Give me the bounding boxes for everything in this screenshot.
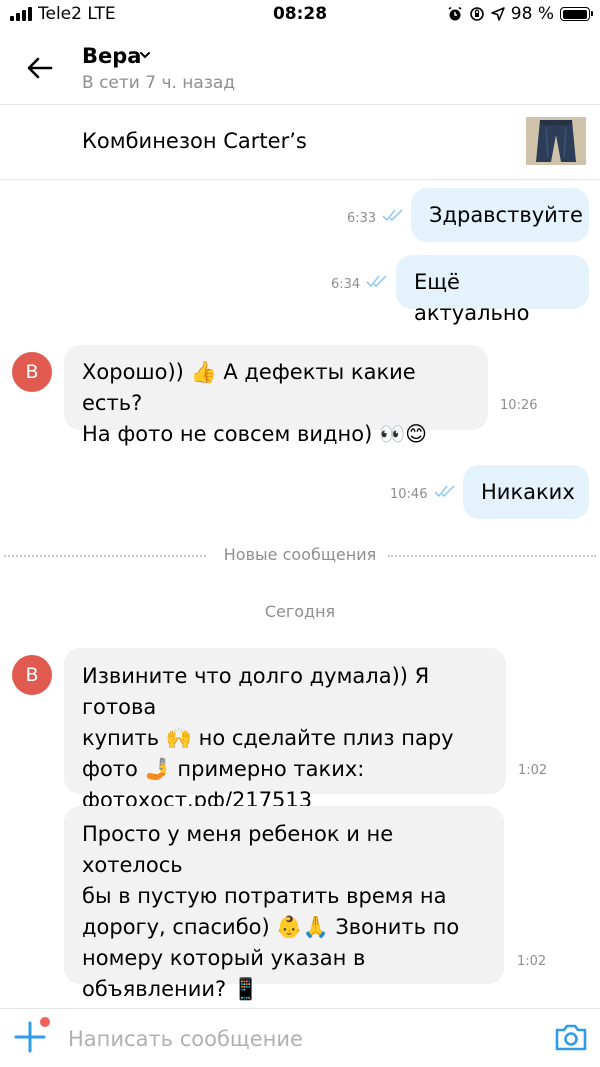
message-time: 1:02 <box>517 954 547 969</box>
message-line: купить 🙌 но сделайте плиз пару <box>82 726 454 750</box>
incoming-message[interactable]: Извините что долго думала)) Я готова куп… <box>64 648 506 812</box>
camera-button[interactable] <box>554 1021 588 1053</box>
message-input[interactable] <box>66 1023 540 1055</box>
battery-percent: 98 % <box>510 4 554 24</box>
outgoing-message[interactable]: Никаких <box>463 465 589 519</box>
listing-title[interactable]: Комбинезон Carter’s <box>82 129 307 153</box>
message-text: Никаких <box>481 480 575 504</box>
date-separator: Сегодня <box>264 602 336 621</box>
chat-header: Вера В сети 7 ч. назад <box>0 30 600 105</box>
location-icon <box>491 7 505 21</box>
notification-dot <box>40 1017 50 1027</box>
message-time: 6:33 <box>347 211 377 226</box>
message-text: Ещё актуально <box>414 270 530 325</box>
message-time: 6:34 <box>331 277 361 292</box>
message-line: Просто у меня ребенок и не хотелось <box>82 822 394 877</box>
avatar[interactable]: В <box>12 655 52 695</box>
double-check-icon <box>366 275 387 288</box>
message-text: Здравствуйте <box>429 203 583 227</box>
jeans-image <box>526 117 586 165</box>
incoming-message[interactable]: Хорошо)) 👍 А дефекты какие есть? На фото… <box>64 345 488 446</box>
message-line: дорогу, спасибо) 👶🙏 Звонить по <box>82 915 460 939</box>
message-line: Хорошо)) 👍 А дефекты какие есть? <box>82 360 416 415</box>
status-bar: Tele2 LTE 08:28 98 % <box>0 0 600 30</box>
alarm-clock-icon <box>448 6 462 21</box>
listing-thumbnail[interactable] <box>526 117 586 165</box>
divider-label: Новые сообщения <box>223 545 377 564</box>
battery-icon <box>560 7 593 21</box>
contact-name[interactable]: Вера <box>82 44 141 68</box>
new-messages-divider: Новые сообщения <box>0 545 600 565</box>
double-check-icon <box>434 485 455 498</box>
message-line: Извините что долго думала)) Я готова <box>82 664 430 719</box>
status-right: 98 % <box>447 4 593 24</box>
contact-status: В сети 7 ч. назад <box>82 73 236 93</box>
back-arrow-icon <box>27 57 53 79</box>
message-time: 10:26 <box>500 398 538 413</box>
back-button[interactable] <box>18 48 62 88</box>
message-line: объявлении? 📱 <box>82 977 259 1001</box>
message-line: фото 🤳 примерно таких: <box>82 757 365 781</box>
incoming-message[interactable]: Просто у меня ребенок и не хотелось бы в… <box>64 806 504 1001</box>
outgoing-message[interactable]: Здравствуйте <box>411 188 589 242</box>
double-check-icon <box>382 209 403 222</box>
orientation-lock-icon <box>469 7 484 21</box>
message-time: 10:46 <box>390 487 428 502</box>
message-line: На фото не совсем видно) 👀😊 <box>82 422 428 446</box>
chevron-down-icon[interactable] <box>138 48 152 62</box>
avatar[interactable]: В <box>12 352 52 392</box>
message-time: 1:02 <box>518 763 548 778</box>
message-line: номеру который указан в <box>82 946 366 970</box>
composer <box>0 1008 600 1067</box>
message-line: бы в пустую потратить время на <box>82 884 447 908</box>
listing-bar[interactable]: Комбинезон Carter’s <box>0 105 600 180</box>
outgoing-message[interactable]: Ещё актуально <box>396 255 589 325</box>
attach-button[interactable] <box>12 1017 50 1055</box>
camera-icon <box>555 1024 587 1051</box>
